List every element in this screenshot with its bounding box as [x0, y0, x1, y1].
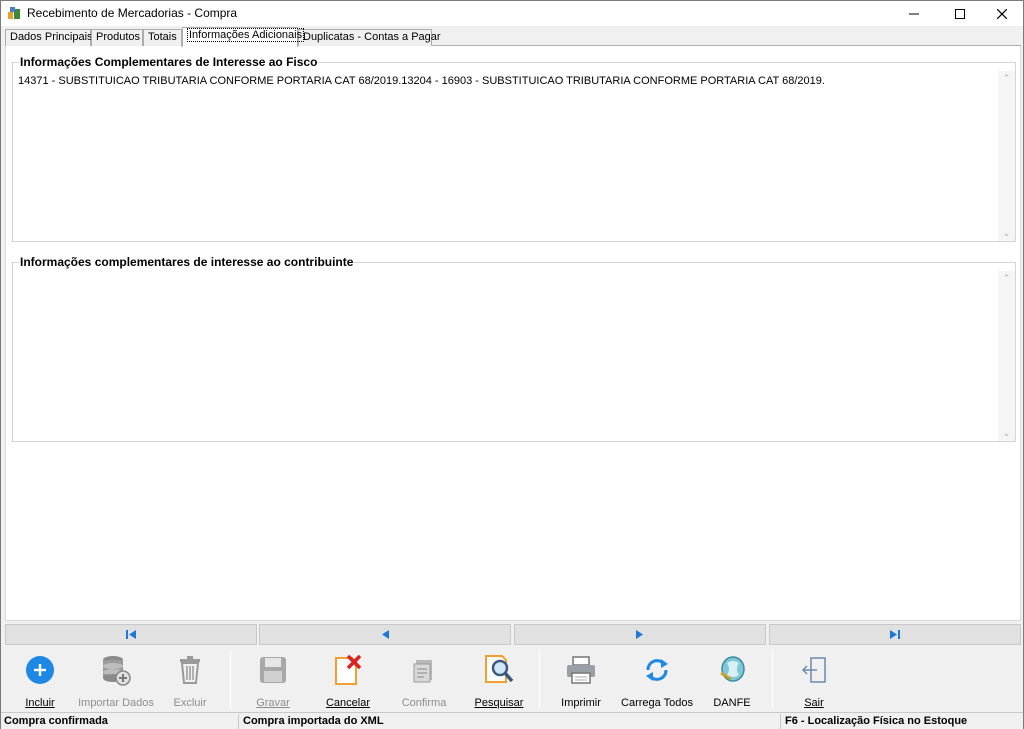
- fisco-label: Informações Complementares de Interesse …: [19, 55, 319, 69]
- imprimir-label: Imprimir: [561, 697, 601, 709]
- status-compra-confirmada: Compra confirmada: [1, 714, 239, 729]
- fisco-scrollbar[interactable]: ⌃ ⌄: [998, 71, 1015, 241]
- exit-icon: [801, 657, 826, 683]
- toolbar-separator: [772, 649, 773, 709]
- cancel-document-icon: [335, 654, 362, 685]
- maximize-icon: [955, 8, 965, 19]
- status-compra-importada: Compra importada do XML: [240, 714, 781, 729]
- next-record-button[interactable]: [514, 624, 766, 645]
- importar-dados-label: Importar Dados: [78, 697, 154, 709]
- contribuinte-scrollbar[interactable]: ⌃ ⌄: [998, 271, 1015, 441]
- danfe-button[interactable]: DANFE: [697, 651, 767, 711]
- carrega-todos-label: Carrega Todos: [621, 697, 693, 709]
- tab-dados-principais[interactable]: Dados Principais: [5, 29, 93, 46]
- last-record-button[interactable]: [769, 624, 1021, 645]
- gravar-button[interactable]: Gravar: [238, 651, 308, 711]
- tab-content: Informações Complementares de Interesse …: [5, 46, 1021, 621]
- contribuinte-label: Informações complementares de interesse …: [19, 255, 355, 269]
- incluir-label: Incluir: [25, 697, 55, 709]
- confirma-label: Confirma: [401, 697, 447, 709]
- tab-duplicatas[interactable]: Duplicatas - Contas a Pagar: [298, 29, 441, 46]
- trash-icon: [180, 656, 200, 684]
- danfe-icon: [720, 656, 745, 682]
- minimize-icon: [909, 13, 919, 14]
- close-button[interactable]: [979, 1, 1024, 26]
- incluir-button[interactable]: Incluir: [5, 651, 75, 711]
- printer-icon: [567, 656, 595, 684]
- first-icon: [126, 630, 136, 639]
- scroll-up-icon[interactable]: ⌃: [1002, 74, 1011, 83]
- excluir-label: Excluir: [173, 697, 207, 709]
- record-navigator: [5, 624, 1021, 645]
- prior-record-button[interactable]: [259, 624, 511, 645]
- minimize-button[interactable]: [891, 1, 937, 26]
- scroll-down-icon[interactable]: ⌄: [1002, 429, 1011, 438]
- pesquisar-button[interactable]: Pesquisar: [464, 651, 534, 711]
- toolbar-separator: [230, 649, 231, 709]
- tab-totais[interactable]: Totais: [143, 29, 182, 46]
- add-icon: [26, 656, 54, 684]
- excluir-button[interactable]: Excluir: [155, 651, 225, 711]
- carrega-todos-button[interactable]: Carrega Todos: [619, 651, 695, 711]
- toolbar-separator: [539, 649, 540, 709]
- app-icon: [8, 7, 20, 19]
- tab-informacoes-adicionais[interactable]: Informações Adicionais: [182, 27, 305, 47]
- tab-produtos[interactable]: Produtos: [91, 29, 143, 46]
- tab-label: Produtos: [96, 31, 141, 43]
- save-icon: [260, 657, 286, 683]
- pesquisar-label: Pesquisar: [474, 697, 524, 709]
- gravar-label: Gravar: [256, 697, 290, 709]
- cancelar-label: Cancelar: [325, 697, 371, 709]
- title-bar: Recebimento de Mercadorias - Compra: [1, 1, 1023, 26]
- tab-label: Duplicatas - Contas a Pagar: [303, 31, 441, 43]
- scroll-down-icon[interactable]: ⌄: [1002, 229, 1011, 238]
- tab-label: Informações Adicionais: [187, 28, 305, 42]
- importar-dados-button[interactable]: Importar Dados: [77, 651, 155, 711]
- confirm-document-icon: [413, 660, 432, 683]
- window-title: Recebimento de Mercadorias - Compra: [27, 6, 238, 20]
- fisco-textarea[interactable]: 14371 - SUBSTITUICAO TRIBUTARIA CONFORME…: [18, 75, 825, 87]
- maximize-button[interactable]: [937, 1, 983, 26]
- confirma-button[interactable]: Confirma: [389, 651, 459, 711]
- imprimir-button[interactable]: Imprimir: [546, 651, 616, 711]
- prior-icon: [382, 630, 389, 639]
- fisco-group: Informações Complementares de Interesse …: [12, 55, 1016, 242]
- sair-button[interactable]: Sair: [779, 651, 849, 711]
- tab-strip: Dados Principais Produtos Totais Informa…: [5, 27, 1021, 47]
- last-icon: [890, 630, 900, 639]
- contribuinte-group: Informações complementares de interesse …: [12, 255, 1016, 442]
- scroll-up-icon[interactable]: ⌃: [1002, 274, 1011, 283]
- action-toolbar: Incluir Importar Dados Excluir Gravar Ca…: [5, 647, 1021, 711]
- sair-label: Sair: [804, 697, 824, 709]
- status-bar: Compra confirmada Compra importada do XM…: [1, 712, 1023, 729]
- danfe-label: DANFE: [713, 697, 751, 709]
- next-icon: [636, 630, 643, 639]
- cancelar-button[interactable]: Cancelar: [313, 651, 383, 711]
- tab-label: Totais: [148, 31, 177, 43]
- database-add-icon: [103, 656, 131, 686]
- search-document-icon: [485, 655, 514, 683]
- first-record-button[interactable]: [5, 624, 257, 645]
- close-icon: [997, 8, 1007, 19]
- tab-label: Dados Principais: [10, 31, 93, 43]
- status-f6-localizacao: F6 - Localização Física no Estoque: [785, 715, 968, 727]
- refresh-icon: [646, 659, 668, 681]
- main-window: Recebimento de Mercadorias - Compra Dado…: [0, 0, 1024, 729]
